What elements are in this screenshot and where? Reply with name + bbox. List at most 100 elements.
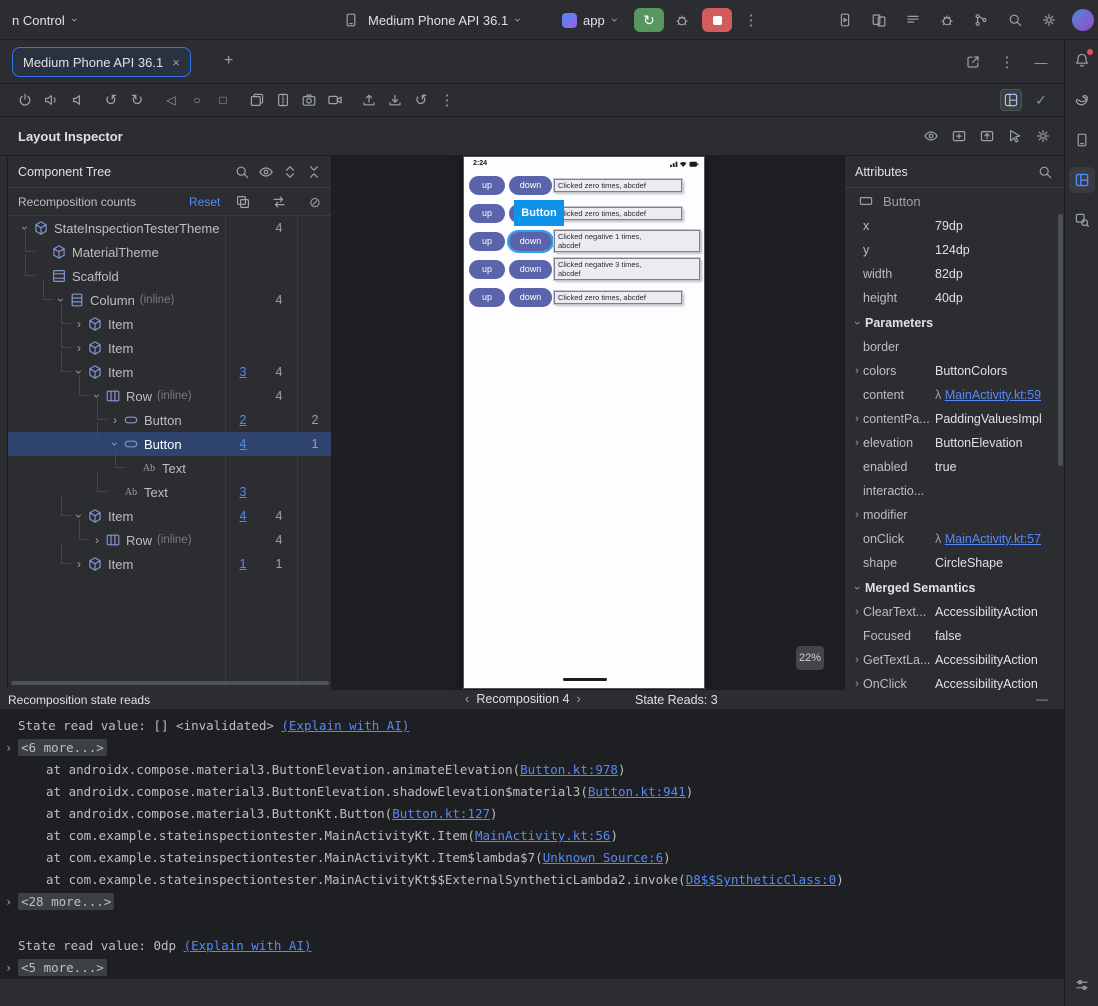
restore-snapshot-icon[interactable]: ↺ — [410, 89, 432, 111]
recomposition-count-link[interactable]: 2 — [240, 413, 247, 427]
power-icon[interactable] — [14, 89, 36, 111]
layout-inspector-icon[interactable] — [1068, 167, 1095, 193]
source-link[interactable]: Button.kt:941 — [588, 784, 686, 799]
device-tab[interactable]: Medium Phone API 36.1 × — [12, 47, 191, 77]
rerun-button[interactable]: ↻ — [634, 8, 664, 32]
upload-icon[interactable] — [358, 89, 380, 111]
tree-expand-icon[interactable]: › — [72, 341, 86, 355]
main-menu-button[interactable]: n Control › — [6, 7, 83, 33]
rotate-right-icon[interactable]: ↻ — [126, 89, 148, 111]
source-location-link[interactable]: MainActivity.kt:59 — [945, 388, 1041, 402]
device-textbox[interactable]: Clicked zero times, abcdef — [554, 290, 682, 304]
expand-all-icon[interactable] — [279, 161, 301, 183]
device-up-button[interactable]: up — [469, 175, 505, 195]
source-link[interactable]: MainActivity.kt:56 — [475, 828, 610, 843]
attribute-row[interactable]: border — [845, 335, 1064, 359]
stop-button[interactable] — [702, 8, 732, 32]
fold-expand-icon[interactable]: › — [5, 957, 12, 978]
device-down-button[interactable]: down — [509, 287, 552, 307]
explain-with-ai-link[interactable]: (Explain with AI) — [281, 718, 409, 733]
inspector-settings-icon[interactable] — [1032, 125, 1054, 147]
tree-row[interactable]: › StateInspectionTesterTheme 4 — [8, 216, 331, 240]
more-options-icon[interactable]: ⋮ — [436, 89, 458, 111]
pick-component-icon[interactable] — [1004, 125, 1026, 147]
add-device-tab-button[interactable]: + — [224, 52, 233, 70]
camera-icon[interactable] — [298, 89, 320, 111]
attribute-row[interactable]: y 124dp — [845, 238, 1064, 262]
tree-row[interactable]: › Item 1 1 — [8, 543, 331, 576]
export-snapshot-icon[interactable] — [976, 125, 998, 147]
open-in-new-window-icon[interactable] — [962, 51, 984, 73]
expand-icon[interactable]: › — [851, 654, 863, 666]
rotate-left-icon[interactable]: ↺ — [100, 89, 122, 111]
fold-expand-icon[interactable]: › — [5, 737, 12, 759]
clear-counts-icon[interactable]: ⊘ — [304, 191, 326, 213]
tree-row[interactable]: Ab Text — [8, 447, 331, 480]
logcat-icon[interactable] — [902, 9, 924, 31]
attribute-row[interactable]: enabled true — [845, 455, 1064, 479]
source-link[interactable]: Unknown Source:6 — [543, 850, 663, 865]
running-devices-icon[interactable] — [834, 9, 856, 31]
tree-row[interactable]: › Item 4 4 — [8, 495, 331, 528]
close-tab-icon[interactable]: × — [172, 55, 180, 70]
attribute-row[interactable]: › modifier — [845, 503, 1064, 527]
run-configuration-selector[interactable]: app › — [556, 7, 623, 33]
device-textbox[interactable]: Clicked negative 3 times, abcdef — [554, 258, 700, 280]
device-up-button[interactable]: up — [469, 203, 505, 223]
compare-counts-icon[interactable] — [268, 191, 290, 213]
tree-row[interactable]: › Item — [8, 327, 331, 360]
search-icon[interactable] — [1004, 9, 1026, 31]
section-header[interactable]: › Parameters — [845, 310, 1064, 335]
search-icon[interactable] — [1034, 161, 1056, 183]
tree-row[interactable]: › Button 4 1 — [8, 423, 331, 456]
search-icon[interactable] — [231, 161, 253, 183]
attribute-row[interactable]: › GetTextLa... AccessibilityAction — [845, 648, 1064, 672]
expand-icon[interactable]: › — [851, 437, 863, 449]
hide-window-icon[interactable]: — — [1030, 51, 1052, 73]
collapse-icon[interactable]: › — [851, 317, 863, 329]
device-mirror-icon[interactable] — [868, 9, 890, 31]
device-fold-icon[interactable] — [272, 89, 294, 111]
horizontal-scrollbar[interactable] — [11, 681, 329, 685]
device-down-button[interactable]: down — [507, 229, 554, 253]
device-up-button[interactable]: up — [469, 287, 505, 307]
user-avatar[interactable] — [1072, 9, 1094, 31]
expand-icon[interactable]: › — [851, 509, 863, 521]
tune-icon[interactable] — [1069, 972, 1095, 998]
recomposition-count-link[interactable]: 3 — [240, 485, 247, 499]
toggle-layout-inspector-icon[interactable] — [1000, 89, 1022, 111]
app-insights-icon[interactable] — [936, 9, 958, 31]
vertical-scrollbar[interactable] — [1058, 214, 1063, 466]
attribute-row[interactable]: content λ MainActivity.kt:59 — [845, 383, 1064, 407]
recomposition-count-link[interactable]: 4 — [240, 437, 247, 451]
attribute-row[interactable]: › contentPa... PaddingValuesImpl — [845, 407, 1064, 431]
debug-button[interactable] — [671, 9, 693, 31]
tree-row[interactable]: › Item — [8, 303, 331, 336]
device-textbox[interactable]: Clicked negative 1 times, abcdef — [554, 230, 700, 252]
tree-expand-icon[interactable]: › — [72, 317, 86, 331]
tree-row[interactable]: Scaffold — [8, 255, 331, 288]
device-up-button[interactable]: up — [469, 259, 505, 279]
tree-expand-icon[interactable]: › — [72, 557, 86, 571]
settings-icon[interactable] — [1038, 9, 1060, 31]
download-icon[interactable] — [384, 89, 406, 111]
attribute-row[interactable]: › colors ButtonColors — [845, 359, 1064, 383]
version-control-icon[interactable] — [970, 9, 992, 31]
expand-icon[interactable]: › — [851, 413, 863, 425]
recomposition-count-link[interactable]: 3 — [240, 365, 247, 379]
tree-row[interactable]: › Column (inline) 4 — [8, 279, 331, 312]
device-textbox[interactable]: Clicked zero times, abcdef — [554, 206, 682, 220]
attribute-row[interactable]: interactio... — [845, 479, 1064, 503]
source-link[interactable]: Button.kt:978 — [520, 762, 618, 777]
explain-with-ai-link[interactable]: (Explain with AI) — [184, 938, 312, 953]
record-screen-icon[interactable] — [324, 89, 346, 111]
attribute-row[interactable]: width 82dp — [845, 262, 1064, 286]
source-link[interactable]: D8$$SyntheticClass:0 — [686, 872, 837, 887]
expand-icon[interactable]: › — [851, 365, 863, 377]
notifications-icon[interactable] — [1069, 47, 1095, 73]
export-counts-icon[interactable] — [232, 191, 254, 213]
volume-up-icon[interactable] — [40, 89, 62, 111]
nav-home-icon[interactable]: ○ — [186, 89, 208, 111]
tree-row[interactable]: › Button 2 2 — [8, 399, 331, 432]
device-down-button[interactable]: down — [509, 175, 552, 195]
